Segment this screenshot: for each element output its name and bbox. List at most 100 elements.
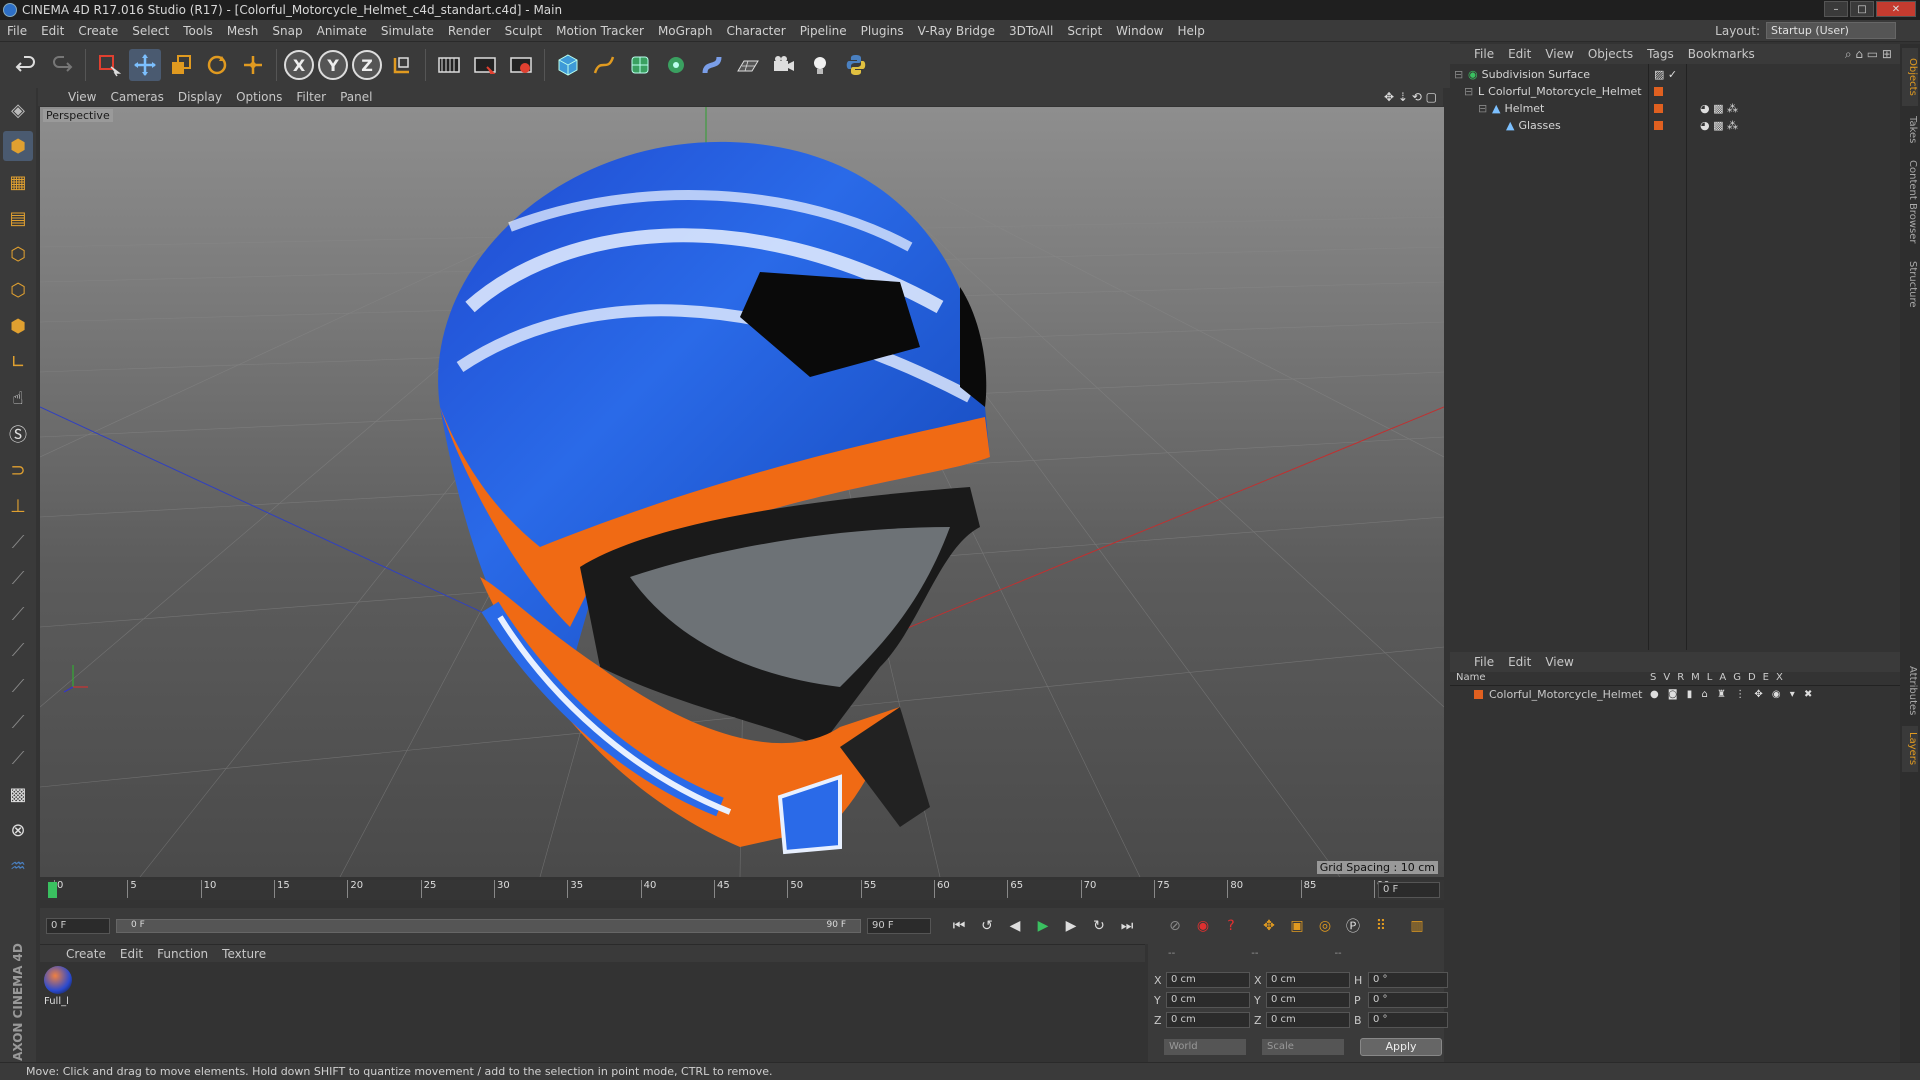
python-icon[interactable] xyxy=(840,49,872,81)
material-swatch[interactable] xyxy=(44,966,72,994)
sculpt-inflate-icon[interactable]: ⟋ xyxy=(3,671,33,701)
sculpt-smooth-icon[interactable]: ⟋ xyxy=(3,599,33,629)
lock-workplane-icon[interactable]: ⊗ xyxy=(3,815,33,845)
render-settings-icon[interactable] xyxy=(505,49,537,81)
autokey-icon[interactable]: ◉ xyxy=(1190,913,1216,939)
frame-range-slider[interactable]: 0 F 90 F xyxy=(116,919,861,933)
menu-select[interactable]: Select xyxy=(125,24,176,38)
floor-icon[interactable] xyxy=(732,49,764,81)
layer-color-swatch[interactable] xyxy=(1654,104,1663,113)
start-frame-field[interactable]: 0 F xyxy=(46,918,110,934)
material-tags-icon[interactable]: ◕ ▩ ⁂ xyxy=(1700,119,1738,132)
menu-file[interactable]: File xyxy=(0,24,34,38)
objects-menu-view[interactable]: View xyxy=(1545,47,1573,61)
objects-menu-file[interactable]: File xyxy=(1474,47,1494,61)
size-mode-dropdown[interactable]: Scale xyxy=(1262,1039,1344,1055)
axis-align-icon[interactable]: ⊥ xyxy=(3,491,33,521)
position-y-field[interactable]: 0 cm xyxy=(1166,992,1250,1008)
render-view-icon[interactable] xyxy=(433,49,465,81)
object-row-glasses[interactable]: ▲ Glasses ◕ ▩ ⁂ xyxy=(1492,117,1894,134)
layout-dropdown[interactable]: Startup (User) xyxy=(1766,22,1896,39)
rotation-h-field[interactable]: 0 ° xyxy=(1368,972,1448,988)
objects-menu-bookmarks[interactable]: Bookmarks xyxy=(1688,47,1755,61)
layers-menu-edit[interactable]: Edit xyxy=(1508,655,1531,669)
render-to-picture-viewer-icon[interactable] xyxy=(469,49,501,81)
redo-icon[interactable] xyxy=(46,49,78,81)
timeline-window-icon[interactable]: ▥ xyxy=(1404,913,1430,939)
cloner-icon[interactable] xyxy=(660,49,692,81)
tweak-mode-icon[interactable]: ☝ xyxy=(3,383,33,413)
rotation-p-field[interactable]: 0 ° xyxy=(1368,992,1448,1008)
cube-primitive-icon[interactable] xyxy=(552,49,584,81)
object-row-colorful-motorcycle-helmet[interactable]: ⊟ L Colorful_Motorcycle_Helmet xyxy=(1464,83,1894,100)
x-axis-lock-button[interactable]: X xyxy=(284,50,314,80)
menu-tools[interactable]: Tools xyxy=(176,24,220,38)
record-keys-icon[interactable]: ⊘ xyxy=(1162,913,1188,939)
menu-sculpt[interactable]: Sculpt xyxy=(498,24,549,38)
object-row-helmet[interactable]: ⊟ ▲ Helmet ◕ ▩ ⁂ xyxy=(1478,100,1894,117)
size-y-field[interactable]: 0 cm xyxy=(1266,992,1350,1008)
viewport-menu-cameras[interactable]: Cameras xyxy=(110,90,163,104)
expand-icon[interactable]: ⊟ xyxy=(1464,85,1474,98)
search-icon[interactable]: ⌕ ⌂ ▭ ⊞ xyxy=(1845,47,1892,62)
previous-frame-icon[interactable]: ◀ xyxy=(1002,913,1028,939)
goto-end-icon[interactable]: ⏭ xyxy=(1114,913,1140,939)
next-frame-icon[interactable]: ▶ xyxy=(1058,913,1084,939)
object-row-subdivision-surface[interactable]: ⊟ ◉ Subdivision Surface ▨ ✓ xyxy=(1454,66,1894,83)
play-icon[interactable]: ▶ xyxy=(1030,913,1056,939)
menu-create[interactable]: Create xyxy=(71,24,125,38)
menu-pipeline[interactable]: Pipeline xyxy=(793,24,854,38)
objects-menu-tags[interactable]: Tags xyxy=(1647,47,1674,61)
menu-help[interactable]: Help xyxy=(1170,24,1211,38)
viewport-menu-view[interactable]: View xyxy=(68,90,96,104)
sculpt-flatten-icon[interactable]: ⟋ xyxy=(3,635,33,665)
menu-edit[interactable]: Edit xyxy=(34,24,71,38)
coordinate-space-dropdown[interactable]: World xyxy=(1164,1039,1246,1055)
objects-menu-objects[interactable]: Objects xyxy=(1588,47,1633,61)
key-position-icon[interactable]: ✥ xyxy=(1256,913,1282,939)
live-selection-icon[interactable] xyxy=(93,49,125,81)
texture-mode-icon[interactable]: ▦ xyxy=(3,167,33,197)
maximize-button[interactable]: □ xyxy=(1850,1,1874,17)
viewport-menu-filter[interactable]: Filter xyxy=(296,90,326,104)
polygons-mode-icon[interactable]: ⬢ xyxy=(3,311,33,341)
tab-attributes[interactable]: Attributes xyxy=(1902,660,1918,722)
z-axis-lock-button[interactable]: Z xyxy=(352,50,382,80)
menu-animate[interactable]: Animate xyxy=(310,24,374,38)
playhead-marker[interactable] xyxy=(48,882,57,898)
previous-key-icon[interactable]: ↺ xyxy=(974,913,1000,939)
key-parameter-icon[interactable]: Ⓟ xyxy=(1340,913,1366,939)
goto-start-icon[interactable]: ⏮ xyxy=(946,913,972,939)
material-tags-icon[interactable]: ◕ ▩ ⁂ xyxy=(1700,102,1738,115)
keyframe-selection-icon[interactable]: ? xyxy=(1218,913,1244,939)
layer-color-swatch[interactable] xyxy=(1654,121,1663,130)
size-x-field[interactable]: 0 cm xyxy=(1266,972,1350,988)
edges-mode-icon[interactable]: ⬡ xyxy=(3,275,33,305)
material-menu-function[interactable]: Function xyxy=(157,947,208,961)
menu-script[interactable]: Script xyxy=(1060,24,1109,38)
layer-row[interactable]: Colorful_Motorcycle_Helmet ● ◙ ▮ ⌂ ♜ ⋮ ✥… xyxy=(1450,686,1900,702)
tab-structure[interactable]: Structure xyxy=(1902,254,1918,314)
python-script-icon[interactable]: ♒ xyxy=(3,851,33,881)
material-name[interactable]: Full_l xyxy=(44,996,69,1007)
menu-window[interactable]: Window xyxy=(1109,24,1170,38)
viewport-menu-panel[interactable]: Panel xyxy=(340,90,372,104)
menu-snap[interactable]: Snap xyxy=(265,24,309,38)
subdivision-toggle-icon[interactable]: ▨ ✓ xyxy=(1654,68,1677,81)
spline-pen-icon[interactable] xyxy=(588,49,620,81)
expand-icon[interactable]: ⊟ xyxy=(1478,102,1488,115)
viewport-solo-icon[interactable]: ▩ xyxy=(3,779,33,809)
current-frame-field[interactable]: 0 F xyxy=(1378,882,1440,898)
tab-layers[interactable]: Layers xyxy=(1902,726,1918,772)
axis-mode-icon[interactable]: ∟ xyxy=(3,347,33,377)
magnet-icon[interactable]: ⊃ xyxy=(3,455,33,485)
tab-objects[interactable]: Objects xyxy=(1902,48,1918,106)
points-mode-icon[interactable]: ⬡ xyxy=(3,239,33,269)
menu-simulate[interactable]: Simulate xyxy=(374,24,441,38)
close-button[interactable]: ✕ xyxy=(1876,1,1916,17)
menu-mesh[interactable]: Mesh xyxy=(220,24,266,38)
sculpt-grab-icon[interactable]: ⟋ xyxy=(3,707,33,737)
material-menu-edit[interactable]: Edit xyxy=(120,947,143,961)
menu-3dtoall[interactable]: 3DToAll xyxy=(1002,24,1060,38)
apply-button[interactable]: Apply xyxy=(1360,1038,1442,1056)
